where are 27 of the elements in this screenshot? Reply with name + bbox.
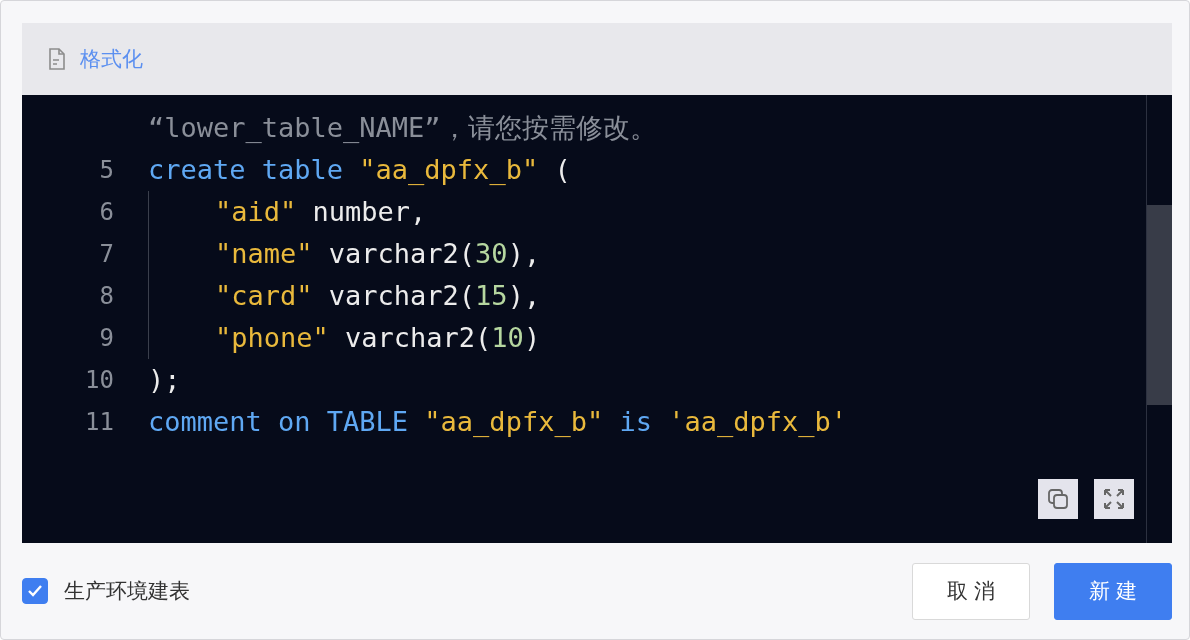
fullscreen-button[interactable] <box>1094 479 1134 519</box>
line-number: 8 <box>98 282 114 310</box>
code-line: "aid" number, <box>148 191 427 233</box>
cancel-button[interactable]: 取 消 <box>912 562 1030 620</box>
line-number: 5 <box>98 156 114 184</box>
copy-icon <box>1047 488 1069 510</box>
scrollbar-thumb[interactable] <box>1147 205 1172 405</box>
line-number: 7 <box>98 240 114 268</box>
code-line: "phone" varchar2(10) <box>148 317 541 359</box>
create-button[interactable]: 新 建 <box>1054 562 1172 620</box>
code-comment: “lower_table_NAME”，请您按需修改。 <box>148 111 657 145</box>
code-line: comment on TABLE "aa_dpfx_b" is 'aa_dpfx_b' <box>148 405 848 439</box>
line-number: 9 <box>98 324 114 352</box>
code-line: "card" varchar2(15), <box>148 275 541 317</box>
copy-button[interactable] <box>1038 479 1078 519</box>
line-number: 11 <box>84 408 114 436</box>
line-number: 6 <box>98 198 114 226</box>
code-line: "name" varchar2(30), <box>148 233 541 275</box>
check-icon <box>27 584 43 598</box>
document-icon <box>48 48 66 70</box>
line-number: 10 <box>84 366 114 394</box>
code-line: create table "aa_dpfx_b" ( <box>148 153 571 187</box>
format-button[interactable]: 格式化 <box>48 45 143 73</box>
checkbox[interactable] <box>22 578 48 604</box>
code-line: ); <box>148 363 181 397</box>
expand-icon <box>1102 487 1126 511</box>
checkbox-label: 生产环境建表 <box>64 578 190 605</box>
